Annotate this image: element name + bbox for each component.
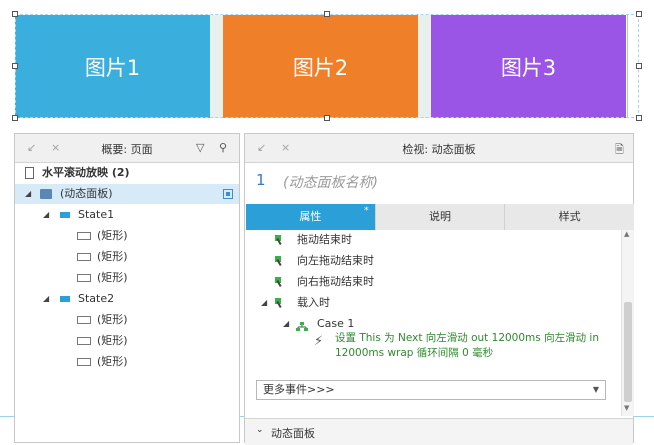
dynamic-panel-frame[interactable]: [15, 14, 639, 118]
outline-header: ↙ × 概要: 页面 ▽ ⚲: [15, 134, 239, 163]
outline-rect-row[interactable]: (矩形): [15, 310, 239, 330]
event-icon: [275, 256, 285, 267]
resize-handle-ne[interactable]: [636, 11, 642, 17]
more-events-select[interactable]: 更多事件>>> ▼: [256, 380, 606, 400]
event-label: 载入时: [297, 296, 330, 309]
rectangle-icon: [77, 337, 91, 345]
dynamic-panel-section[interactable]: ⌄ 动态面板: [245, 418, 633, 445]
rectangle-icon: [77, 316, 91, 324]
event-label: 拖动结束时: [297, 233, 352, 246]
document-icon[interactable]: 🗎: [615, 141, 624, 160]
outline-panel: ↙ × 概要: 页面 ▽ ⚲ 水平滚动放映 (2) ◢ (动态面板) ◢ Sta…: [14, 133, 240, 443]
tab-label: 样式: [558, 210, 581, 223]
resize-handle-w[interactable]: [12, 63, 18, 69]
inspector-panel: ↙ × 检视: 动态面板 🗎 1 (动态面板名称) 属性 * 说明 样式 拖动结…: [244, 133, 635, 445]
page-icon: [25, 167, 34, 179]
tab-properties[interactable]: 属性 *: [246, 204, 376, 230]
rectangle-label: (矩形): [97, 313, 128, 326]
expand-triangle-icon[interactable]: ◢: [43, 289, 49, 309]
outline-rect-row[interactable]: (矩形): [15, 331, 239, 351]
panel-select-icon[interactable]: [223, 189, 233, 199]
inspector-tabs: 属性 * 说明 样式: [246, 204, 635, 230]
outline-state-row[interactable]: ◢ State1: [15, 205, 239, 225]
resize-handle-sw[interactable]: [12, 115, 18, 121]
chevron-down-icon: ⌄: [256, 425, 264, 435]
rectangle-label: (矩形): [97, 355, 128, 368]
state-icon: [60, 296, 70, 302]
state-icon: [60, 212, 70, 218]
page-name: 水平滚动放映 (2): [42, 166, 130, 179]
tab-label: 说明: [429, 210, 451, 223]
resize-handle-e[interactable]: [636, 63, 642, 69]
state-label: State1: [78, 208, 115, 221]
action-text[interactable]: 设置 This 为 Next 向左滑动 out 12000ms 向左滑动 in …: [335, 331, 605, 361]
tab-marker: *: [364, 206, 369, 216]
widget-name-row[interactable]: 1 (动态面板名称): [245, 163, 633, 197]
resize-handle-nw[interactable]: [12, 11, 18, 17]
expand-triangle-icon[interactable]: ◢: [43, 205, 49, 225]
expand-triangle-icon[interactable]: ◢: [25, 184, 31, 204]
rectangle-icon: [77, 358, 91, 366]
expand-triangle-icon[interactable]: ◢: [261, 293, 267, 313]
outline-rect-row[interactable]: (矩形): [15, 247, 239, 267]
inspector-title: 检视: 动态面板: [402, 143, 476, 156]
scroll-down-icon[interactable]: ▼: [624, 404, 629, 412]
outline-state-row[interactable]: ◢ State2: [15, 289, 239, 309]
event-label: 向右拖动结束时: [297, 275, 374, 288]
outline-dynamic-panel-row[interactable]: ◢ (动态面板): [15, 184, 239, 204]
dynamic-panel-icon: [40, 189, 52, 199]
tab-notes[interactable]: 说明: [375, 204, 506, 230]
tab-label: 属性: [299, 210, 322, 223]
event-label: 向左拖动结束时: [297, 254, 374, 267]
state-label: State2: [78, 292, 115, 305]
filter-icon[interactable]: ▽: [196, 141, 204, 154]
tab-style[interactable]: 样式: [505, 204, 635, 230]
more-events-label: 更多事件>>>: [263, 383, 335, 396]
inspector-header: ↙ × 检视: 动态面板 🗎: [245, 134, 633, 163]
outline-page-row[interactable]: 水平滚动放映 (2): [15, 163, 239, 183]
resize-handle-n[interactable]: [324, 11, 330, 17]
event-icon: [275, 277, 285, 288]
rectangle-label: (矩形): [97, 334, 128, 347]
outline-title: 概要: 页面: [101, 143, 153, 156]
outline-rect-row[interactable]: (矩形): [15, 352, 239, 372]
rectangle-label: (矩形): [97, 250, 128, 263]
rectangle-icon: [77, 274, 91, 282]
rectangle-label: (矩形): [97, 271, 128, 284]
widget-name-input[interactable]: (动态面板名称): [283, 172, 378, 192]
resize-handle-se[interactable]: [636, 115, 642, 121]
outline-rect-row[interactable]: (矩形): [15, 268, 239, 288]
event-scrollbar[interactable]: ▲ ▼: [621, 230, 634, 416]
rectangle-icon: [77, 232, 91, 240]
design-canvas[interactable]: 图片1 图片2 图片3: [0, 0, 654, 130]
chevron-down-icon: ▼: [592, 385, 599, 394]
expand-triangle-icon[interactable]: ◢: [283, 314, 289, 334]
scroll-up-icon[interactable]: ▲: [624, 230, 629, 238]
event-icon: [275, 298, 285, 309]
case-icon: [296, 319, 308, 331]
rectangle-label: (矩形): [97, 229, 128, 242]
search-icon[interactable]: ⚲: [219, 141, 227, 154]
scrollbar-thumb[interactable]: [624, 302, 632, 402]
resize-handle-s[interactable]: [324, 115, 330, 121]
section-label: 动态面板: [271, 427, 315, 440]
action-icon: ⚡: [314, 334, 324, 349]
event-icon: [275, 235, 285, 246]
rectangle-icon: [77, 253, 91, 261]
outline-rect-row[interactable]: (矩形): [15, 226, 239, 246]
dynamic-panel-name: (动态面板): [60, 187, 113, 200]
widget-index: 1: [256, 171, 266, 189]
